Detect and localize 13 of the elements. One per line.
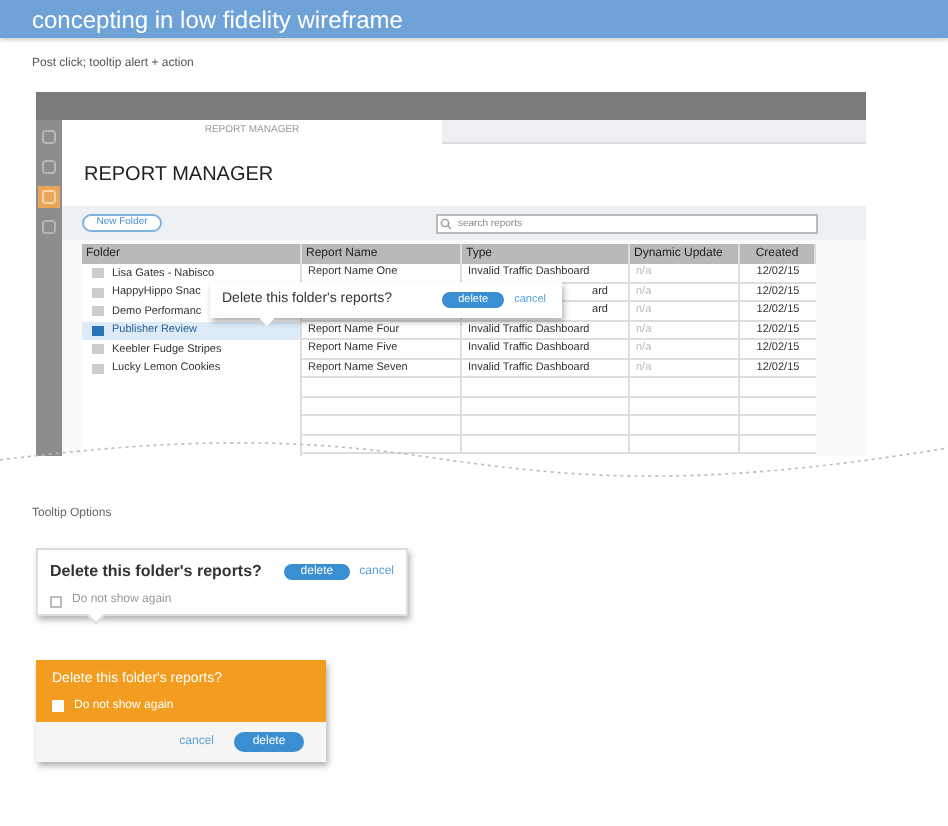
- search-icon: [440, 217, 452, 229]
- header-title: concepting in low fidelity wireframe: [32, 3, 403, 37]
- table-cell: [630, 378, 740, 397]
- page-title: REPORT MANAGER: [84, 162, 274, 190]
- tooltip-question: Delete this folder's reports?: [50, 560, 262, 584]
- table-cell: [630, 435, 740, 454]
- table-cell: [630, 397, 740, 416]
- sidebar-icon[interactable]: [38, 126, 60, 148]
- sidebar-icon[interactable]: [38, 216, 60, 238]
- table-cell: [630, 416, 740, 435]
- checkbox[interactable]: [50, 595, 62, 607]
- sidebar-icon[interactable]: [38, 186, 60, 208]
- sidebar-icon[interactable]: [38, 156, 60, 178]
